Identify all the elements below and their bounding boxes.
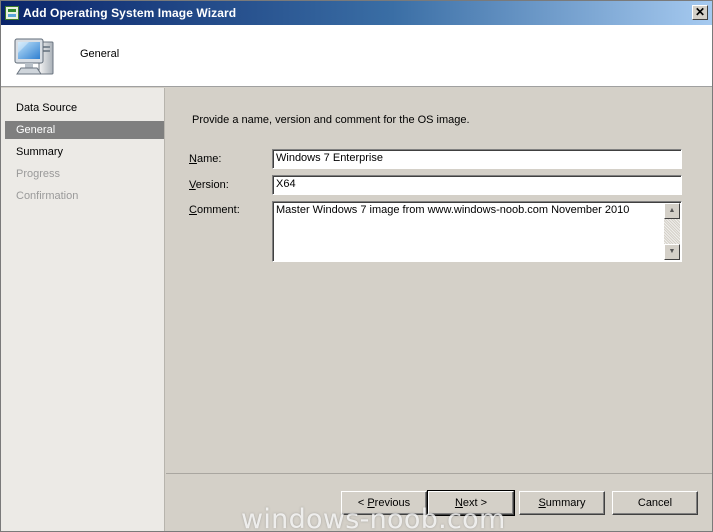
comment-text: Master Windows 7 image from www.windows-… [276,204,630,216]
scroll-track[interactable] [664,219,680,244]
cancel-button[interactable]: Cancel [612,491,698,515]
sidebar-item-data-source[interactable]: Data Source [5,99,164,117]
comment-scrollbar[interactable]: ▲ ▼ [664,203,680,260]
close-icon: ✕ [694,5,706,19]
general-page-content: Provide a name, version and comment for … [166,88,712,473]
comment-label: Comment: [189,204,240,216]
sidebar-item-summary[interactable]: Summary [5,143,164,161]
name-field[interactable]: Windows 7 Enterprise [272,149,682,169]
window-title: Add Operating System Image Wizard [23,6,237,20]
instructions-text: Provide a name, version and comment for … [192,114,470,126]
name-label: Name: [189,153,222,165]
page-title: General [80,48,120,60]
computer-monitor-icon [14,38,54,75]
arrow-down-icon: ▼ [668,248,676,255]
sidebar-item-general[interactable]: General [5,121,164,139]
scroll-down-button[interactable]: ▼ [664,244,680,260]
sidebar-item-progress: Progress [16,168,61,180]
wizard-header: General [1,25,712,87]
comment-field[interactable]: Master Windows 7 image from www.windows-… [272,201,682,262]
summary-button[interactable]: Summary [519,491,605,515]
sidebar-item-confirmation: Confirmation [16,190,79,202]
arrow-up-icon: ▲ [668,207,676,214]
title-bar[interactable]: Add Operating System Image Wizard ✕ [1,1,712,25]
scroll-up-button[interactable]: ▲ [664,203,680,219]
close-button[interactable]: ✕ [692,5,708,20]
wizard-window: Add Operating System Image Wizard ✕ Gene… [0,0,713,532]
version-label: Version: [189,179,229,191]
site-watermark: windows-noob.com [241,504,506,532]
version-field[interactable]: X64 [272,175,682,195]
wizard-app-icon [5,6,19,20]
wizard-steps-sidebar: Data Source General Summary Progress Con… [1,88,165,531]
